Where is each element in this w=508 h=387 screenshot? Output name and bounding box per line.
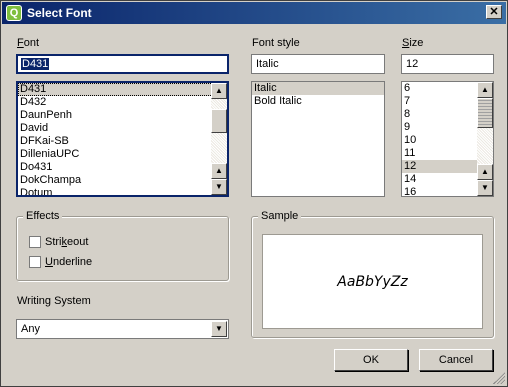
cancel-button[interactable]: Cancel xyxy=(419,349,493,371)
font-name-input[interactable]: D431 xyxy=(16,54,229,74)
scroll-up-icon[interactable]: ▲ xyxy=(477,82,493,98)
close-button[interactable]: ✕ xyxy=(486,5,502,19)
effects-legend: Effects xyxy=(23,210,63,222)
window-title: Select Font xyxy=(27,6,92,20)
resize-grip[interactable] xyxy=(493,372,505,384)
size-list-scrollbar[interactable]: ▲ ▲ ▼ xyxy=(477,82,493,196)
list-item[interactable]: DaunPenh xyxy=(18,109,227,122)
strikeout-checkbox-box[interactable] xyxy=(29,236,41,248)
list-item[interactable]: Dotum xyxy=(18,187,227,195)
list-item[interactable]: David xyxy=(18,122,227,135)
list-item[interactable]: D431 xyxy=(18,83,227,96)
sample-legend: Sample xyxy=(258,210,302,222)
sample-text: AaBbYyZz xyxy=(337,273,408,290)
list-item[interactable]: Bold Italic xyxy=(252,95,384,108)
strikeout-checkbox[interactable]: Strikeout xyxy=(29,236,149,250)
font-style-input[interactable]: Italic xyxy=(251,54,385,74)
list-item[interactable]: DilleniaUPC xyxy=(18,148,227,161)
size-label: Size xyxy=(402,37,424,49)
underline-checkbox[interactable]: Underline xyxy=(29,256,149,270)
list-item[interactable]: D432 xyxy=(18,96,227,109)
list-item[interactable]: Do431 xyxy=(18,161,227,174)
sample-preview: AaBbYyZz xyxy=(262,234,483,329)
scroll-up-icon[interactable]: ▲ xyxy=(477,164,493,180)
font-family-list[interactable]: D431 D432 DaunPenh David DFKai-SB DilleniaUPC… xyxy=(16,81,229,197)
font-list-scrollbar[interactable]: ▲ ▲ ▼ xyxy=(211,83,227,195)
writing-system-value: Any xyxy=(21,323,40,335)
font-size-input[interactable]: 12 xyxy=(401,54,494,74)
scroll-down-icon[interactable]: ▼ xyxy=(211,179,227,195)
scroll-up-icon[interactable]: ▲ xyxy=(211,163,227,179)
scroll-down-icon[interactable]: ▼ xyxy=(477,180,493,196)
sample-group: Sample AaBbYyZz xyxy=(251,210,494,338)
select-font-dialog: Q Select Font ✕ Font D431 D431 D432 DaunPe… xyxy=(0,0,508,387)
writing-system-label: Writing System xyxy=(17,295,91,307)
font-list-scroll-thumb[interactable] xyxy=(211,109,227,133)
font-style-label: Font style xyxy=(252,37,300,49)
underline-label: Underline xyxy=(45,256,93,268)
font-size-list[interactable]: 6 7 8 9 10 11 12 14 16 ▲ ▲ ▼ xyxy=(401,81,494,197)
effects-group: Effects Strikeout Underline xyxy=(16,210,229,281)
title-bar[interactable]: Q Select Font ✕ xyxy=(2,2,506,24)
font-label: Font xyxy=(17,37,40,49)
ok-button[interactable]: OK xyxy=(334,349,408,371)
size-list-scroll-thumb[interactable] xyxy=(477,98,493,128)
writing-system-combo[interactable]: Any ▼ xyxy=(16,319,229,339)
qgis-app-icon: Q xyxy=(6,5,22,21)
list-item[interactable]: DFKai-SB xyxy=(18,135,227,148)
chevron-down-icon[interactable]: ▼ xyxy=(211,321,227,337)
list-item[interactable]: Italic xyxy=(252,82,384,95)
scroll-up-icon[interactable]: ▲ xyxy=(211,83,227,99)
underline-checkbox-box[interactable] xyxy=(29,256,41,268)
strikeout-label: Strikeout xyxy=(45,236,89,248)
list-item[interactable]: DokChampa xyxy=(18,174,227,187)
font-style-list[interactable]: Italic Bold Italic xyxy=(251,81,385,197)
